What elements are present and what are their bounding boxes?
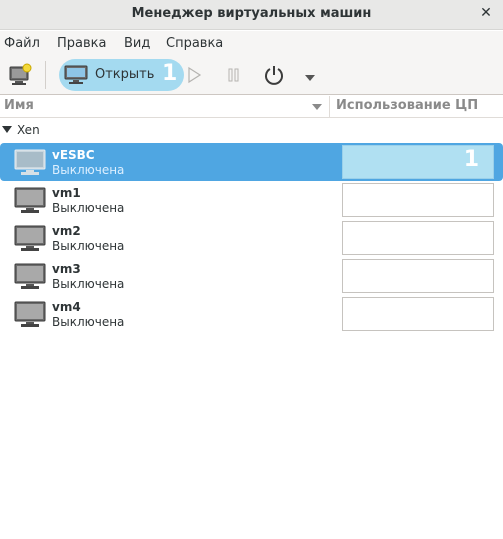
new-vm-button[interactable] — [7, 63, 33, 87]
cpu-usage-graph — [342, 221, 494, 255]
vm-monitor-icon — [14, 301, 46, 327]
column-cpu-header[interactable]: Использование ЦП — [336, 98, 478, 113]
vm-status: Выключена — [52, 315, 125, 329]
menu-view[interactable]: Вид — [124, 36, 150, 51]
toolbar: Открыть 1 — [0, 55, 503, 95]
title-bar: Менеджер виртуальных машин ✕ — [0, 0, 503, 30]
vm-status: Выключена — [52, 201, 125, 215]
shutdown-button[interactable] — [263, 64, 285, 90]
open-annotation-badge: 1 — [162, 61, 178, 86]
vm-name: vm3 — [52, 262, 81, 276]
vm-name: vm2 — [52, 224, 81, 238]
vm-monitor-icon — [14, 225, 46, 251]
vm-name: vm4 — [52, 300, 81, 314]
vm-name: vESBC — [52, 148, 95, 162]
column-name-header[interactable]: Имя — [4, 98, 34, 113]
sort-arrow-icon[interactable] — [311, 103, 323, 111]
column-divider[interactable] — [329, 96, 330, 118]
vm-row-vm2[interactable]: vm2 Выключена — [0, 219, 503, 257]
vm-name: vm1 — [52, 186, 81, 200]
monitor-icon — [64, 65, 88, 84]
column-header: Имя Использование ЦП — [0, 96, 503, 118]
new-vm-icon — [9, 63, 32, 85]
pause-icon — [228, 68, 239, 82]
run-button[interactable] — [186, 66, 202, 88]
chevron-down-icon — [305, 75, 315, 81]
toolbar-separator — [45, 61, 46, 89]
open-button-label: Открыть — [95, 67, 155, 82]
vm-monitor-icon — [14, 187, 46, 213]
cpu-usage-graph — [342, 297, 494, 331]
vm-row-vesbc[interactable]: vESBC Выключена 1 — [0, 143, 503, 181]
vm-monitor-icon — [14, 149, 46, 175]
shutdown-menu-dropdown[interactable] — [304, 71, 316, 86]
vm-row-vm1[interactable]: vm1 Выключена — [0, 181, 503, 219]
menu-file[interactable]: Файл — [4, 36, 40, 51]
window-title: Менеджер виртуальных машин — [131, 6, 372, 21]
pause-button[interactable] — [226, 66, 242, 88]
menu-help[interactable]: Справка — [166, 36, 223, 51]
menu-bar: Файл Правка Вид Справка — [0, 31, 503, 55]
cpu-usage-graph — [342, 259, 494, 293]
connection-group[interactable]: Xen — [0, 120, 503, 140]
expander-down-icon[interactable] — [2, 126, 12, 134]
vm-monitor-icon — [14, 263, 46, 289]
cpu-usage-graph: 1 — [342, 145, 494, 179]
vm-status: Выключена — [52, 277, 125, 291]
play-icon — [188, 66, 202, 84]
vm-row-vm3[interactable]: vm3 Выключена — [0, 257, 503, 295]
power-icon — [265, 66, 283, 85]
open-button[interactable]: Открыть 1 — [59, 59, 184, 91]
vm-status: Выключена — [52, 163, 125, 177]
connection-label: Xen — [17, 123, 40, 137]
menu-edit[interactable]: Правка — [57, 36, 106, 51]
vm-row-vm4[interactable]: vm4 Выключена — [0, 295, 503, 333]
cpu-usage-graph — [342, 183, 494, 217]
vm-status: Выключена — [52, 239, 125, 253]
close-icon[interactable]: ✕ — [477, 4, 495, 22]
cpu-annotation-badge: 1 — [463, 147, 479, 172]
